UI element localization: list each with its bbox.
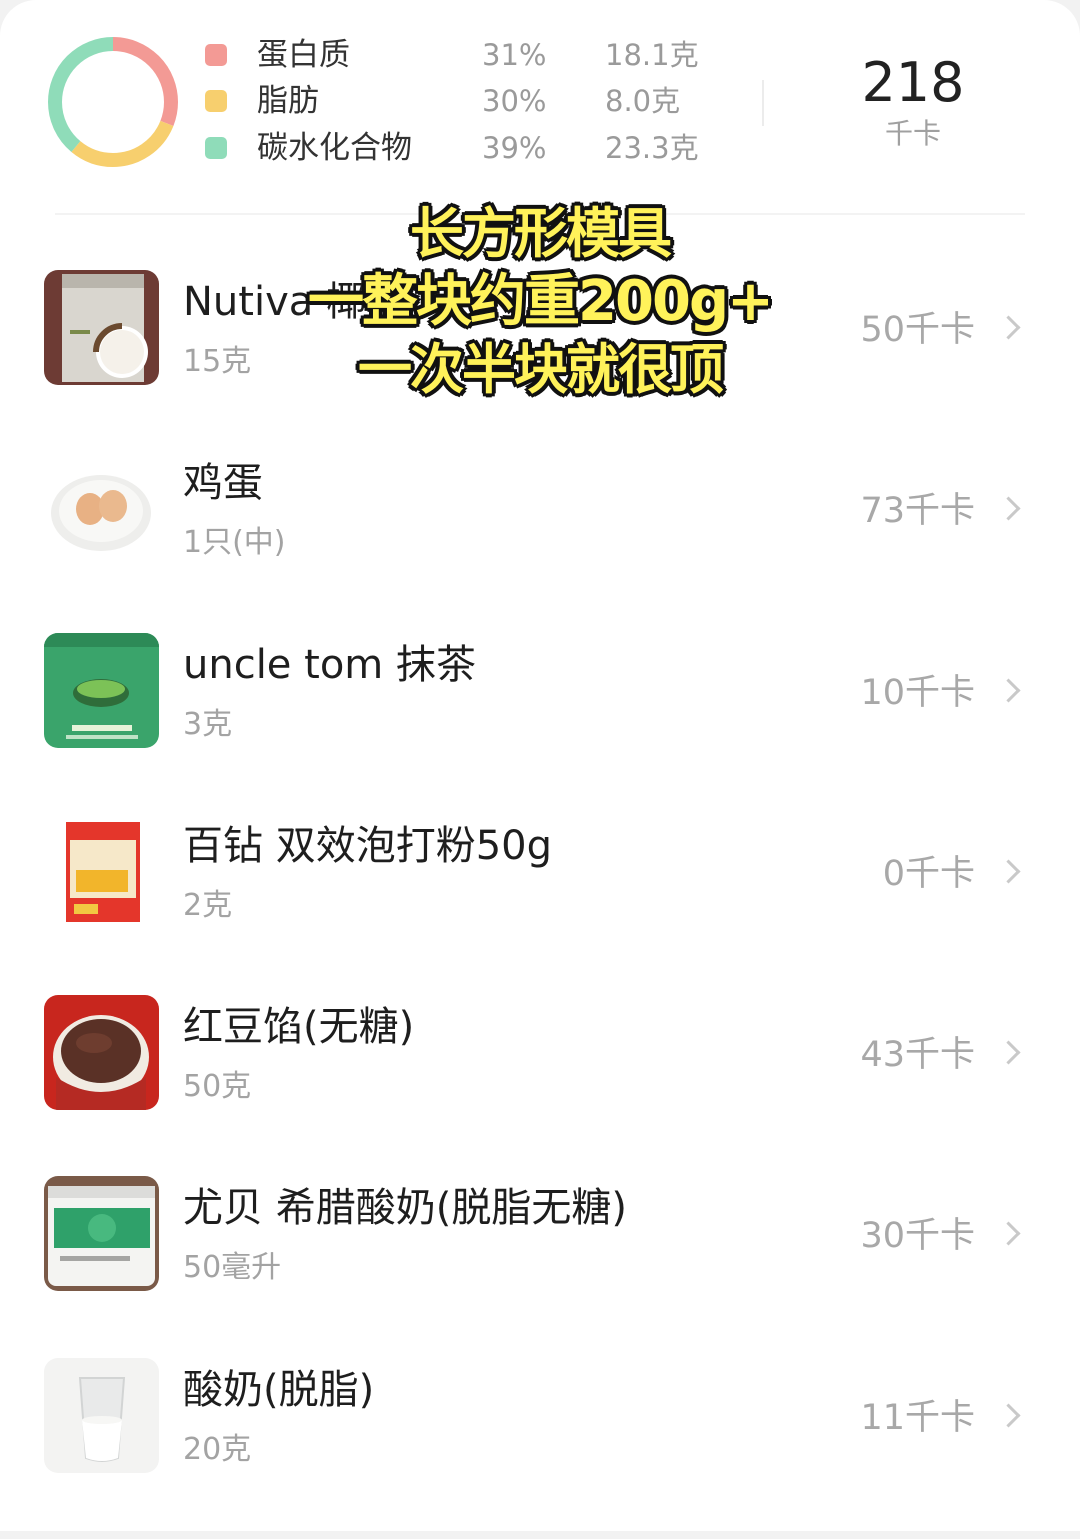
food-calories: 0千卡 <box>882 854 975 894</box>
macro-amount: 8.0克 <box>605 84 681 118</box>
macro-row-protein: 蛋白质 31% 18.1克 <box>205 34 725 80</box>
food-name: 百钻 双效泡打粉50g <box>183 823 553 869</box>
macro-amount: 23.3克 <box>605 131 699 165</box>
food-quantity: 1只(中) <box>183 525 286 560</box>
total-calories: 218 <box>861 51 965 114</box>
food-name: 尤贝 希腊酸奶(脱脂无糖) <box>183 1185 627 1231</box>
food-calories: 73千卡 <box>860 491 975 531</box>
nutrition-summary: 蛋白质 31% 18.1克 脂肪 30% 8.0克 碳水化合物 39% 23.3… <box>0 0 1080 200</box>
caption-line-1: 长方形模具 <box>410 202 672 265</box>
food-calories: 11千卡 <box>860 1398 975 1438</box>
food-calories: 50千卡 <box>860 310 975 350</box>
food-item[interactable]: 红豆馅(无糖) 50克 43千卡 <box>0 995 1080 1176</box>
food-name: uncle tom 抹茶 <box>183 642 476 688</box>
macro-amount: 18.1克 <box>605 38 699 72</box>
section-divider <box>55 213 1025 215</box>
food-name: Nutiva 椰 <box>183 279 366 325</box>
protein-color-dot <box>205 44 227 66</box>
coconut-flour-thumbnail <box>44 270 159 385</box>
macro-name: 脂肪 <box>257 83 319 119</box>
macro-percent: 39% <box>482 131 547 165</box>
food-quantity: 3克 <box>183 707 233 742</box>
chevron-right-icon <box>996 1403 1021 1428</box>
food-item[interactable]: Nutiva 椰 15克 50千卡 <box>0 270 1080 451</box>
chevron-right-icon <box>996 1221 1021 1246</box>
macro-donut-chart <box>48 37 178 167</box>
food-calories: 30千卡 <box>860 1216 975 1256</box>
food-quantity: 15克 <box>183 344 252 379</box>
food-item[interactable]: 百钻 双效泡打粉50g 2克 0千卡 <box>0 814 1080 995</box>
chevron-right-icon <box>996 496 1021 521</box>
food-calories: 43千卡 <box>860 1035 975 1075</box>
macro-row-carbs: 碳水化合物 39% 23.3克 <box>205 127 725 173</box>
meal-card: 蛋白质 31% 18.1克 脂肪 30% 8.0克 碳水化合物 39% 23.3… <box>0 0 1080 1531</box>
food-calories: 10千卡 <box>860 673 975 713</box>
macro-name: 碳水化合物 <box>257 130 412 166</box>
eggs-thumbnail <box>44 451 159 566</box>
matcha-thumbnail <box>44 633 159 748</box>
food-quantity: 50毫升 <box>183 1250 282 1285</box>
summary-divider <box>762 80 764 126</box>
food-name: 酸奶(脱脂) <box>183 1367 375 1413</box>
macro-percent: 30% <box>482 84 547 118</box>
food-quantity: 50克 <box>183 1069 252 1104</box>
food-name: 红豆馅(无糖) <box>183 1004 415 1050</box>
food-item[interactable]: 酸奶(脱脂) 20克 11千卡 <box>0 1358 1080 1539</box>
macro-name: 蛋白质 <box>257 37 350 73</box>
carbs-color-dot <box>205 137 227 159</box>
food-item[interactable]: 尤贝 希腊酸奶(脱脂无糖) 50毫升 30千卡 <box>0 1176 1080 1357</box>
fat-color-dot <box>205 90 227 112</box>
chevron-right-icon <box>996 678 1021 703</box>
chevron-right-icon <box>996 1040 1021 1065</box>
macro-row-fat: 脂肪 30% 8.0克 <box>205 80 725 126</box>
red-bean-paste-thumbnail <box>44 995 159 1110</box>
chevron-right-icon <box>996 315 1021 340</box>
food-item[interactable]: uncle tom 抹茶 3克 10千卡 <box>0 633 1080 814</box>
food-name: 鸡蛋 <box>183 460 263 506</box>
food-item[interactable]: 鸡蛋 1只(中) 73千卡 <box>0 451 1080 632</box>
total-calories-unit: 千卡 <box>884 117 941 150</box>
food-quantity: 2克 <box>183 888 233 923</box>
food-quantity: 20克 <box>183 1432 252 1467</box>
skim-yogurt-thumbnail <box>44 1358 159 1473</box>
chevron-right-icon <box>996 859 1021 884</box>
greek-yogurt-thumbnail <box>44 1176 159 1291</box>
baking-powder-thumbnail <box>44 814 159 929</box>
macro-percent: 31% <box>482 38 547 72</box>
